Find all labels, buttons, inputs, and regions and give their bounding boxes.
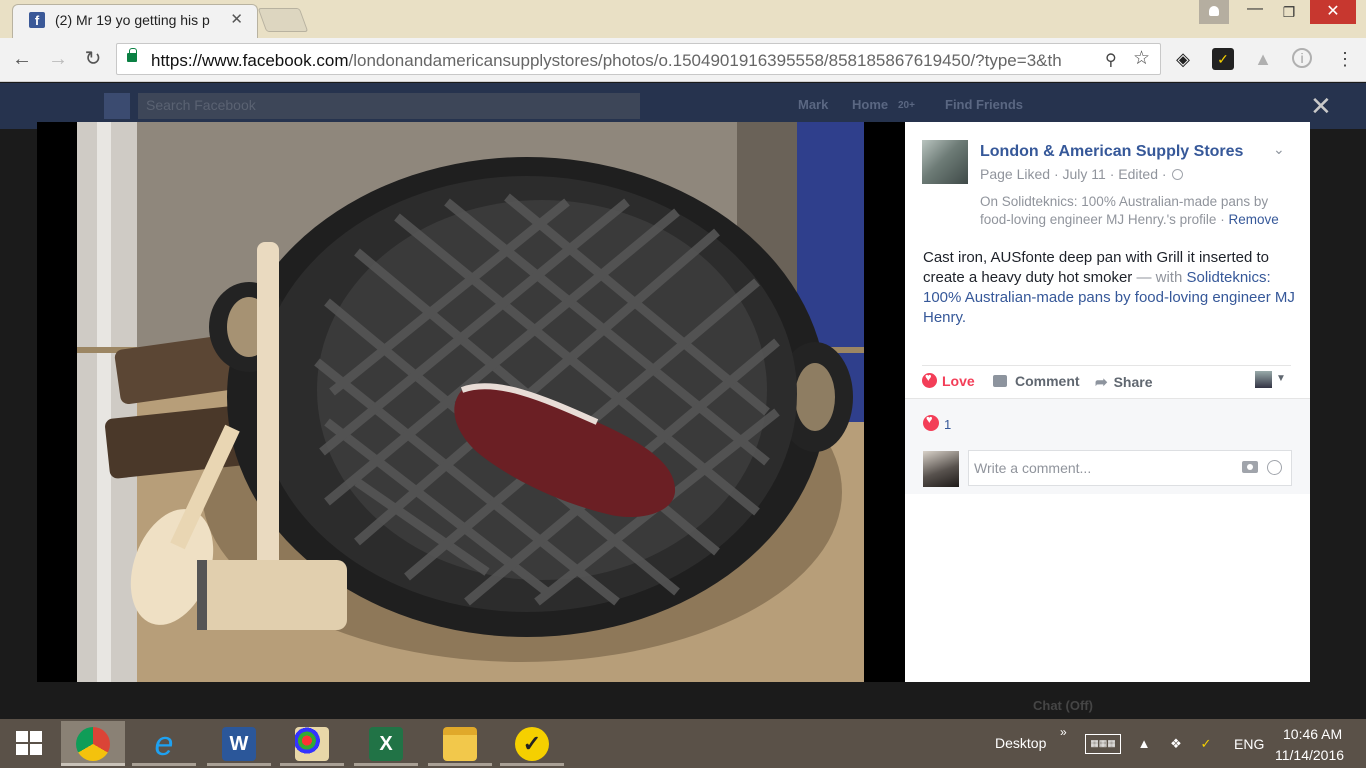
page-name-link[interactable]: London & American Supply Stores (980, 143, 1243, 161)
divider (922, 365, 1291, 366)
comment-button[interactable]: Comment (993, 373, 1080, 389)
reload-icon[interactable]: ↻ (81, 48, 105, 72)
profile-user-icon[interactable] (1199, 0, 1229, 24)
touch-keyboard-icon[interactable]: ▦▦▦ (1085, 734, 1121, 754)
windows-logo-icon (16, 731, 28, 742)
chevron-down-icon[interactable]: ⌄ (1273, 141, 1285, 158)
search-icon[interactable]: ⚲ (1105, 50, 1117, 70)
show-hidden-icons-icon[interactable]: ▲ (1136, 736, 1152, 752)
viewer-close-icon[interactable]: ✕ (1310, 91, 1332, 122)
emoji-icon[interactable] (1267, 460, 1282, 475)
taskbar-chrome[interactable] (61, 721, 125, 766)
post-photo[interactable] (77, 122, 864, 682)
photo-stage (37, 122, 905, 682)
tab-title: (2) Mr 19 yo getting his p (55, 12, 210, 28)
cast-iron-pan-photo (77, 122, 864, 682)
reactions-area: 1 (905, 398, 1310, 682)
extension-icon[interactable]: i (1292, 48, 1312, 68)
heart-icon (923, 414, 939, 431)
browser-titlebar: f (2) Mr 19 yo getting his p ✕ — ❐ ✕ (0, 0, 1366, 38)
taskbar-paint[interactable] (280, 721, 344, 766)
clock-time[interactable]: 10:46 AM (1283, 726, 1342, 742)
window-close-button[interactable]: ✕ (1310, 0, 1356, 24)
browser-tab[interactable]: f (2) Mr 19 yo getting his p ✕ (12, 4, 258, 38)
reaction-summary[interactable]: 1 (923, 414, 952, 432)
dropbox-icon[interactable]: ❖ (1168, 736, 1184, 752)
find-friends-link[interactable]: Find Friends (945, 97, 1023, 112)
remove-link[interactable]: Remove (1228, 212, 1278, 227)
minimize-button[interactable]: — (1240, 0, 1270, 24)
page-avatar[interactable] (922, 140, 968, 184)
layers-extension-icon[interactable]: ◈ (1172, 48, 1194, 70)
profile-link[interactable]: Mark (798, 97, 828, 112)
address-bar[interactable]: https://www.facebook.com/londonandameric… (116, 43, 1161, 75)
folder-icon (443, 727, 477, 761)
input-language[interactable]: ENG (1234, 736, 1264, 752)
comment-strip: 1 (905, 398, 1310, 494)
word-icon: W (222, 727, 256, 761)
caret-down-icon[interactable]: ▼ (1276, 373, 1286, 384)
posted-on-text: On Solidteknics: 100% Australian-made pa… (980, 194, 1269, 227)
drive-extension-icon[interactable]: ▲ (1252, 48, 1274, 70)
page-liked-label[interactable]: Page Liked (980, 166, 1050, 182)
tab-close-icon[interactable]: ✕ (230, 10, 243, 28)
desktop-toolbar-label[interactable]: Desktop (995, 735, 1046, 751)
posted-on-notice: On Solidteknics: 100% Australian-made pa… (980, 194, 1279, 227)
maximize-button[interactable]: ❐ (1274, 0, 1304, 24)
facebook-search-input[interactable]: Search Facebook (138, 93, 640, 119)
windows-taskbar: e W X ✓ Desktop » ▦▦▦ ▲ ❖ ✓ ENG 10:46 AM… (0, 719, 1366, 768)
taskbar-excel[interactable]: X (354, 721, 418, 766)
forward-arrow-icon[interactable]: → (46, 48, 70, 72)
comment-box[interactable] (968, 450, 1292, 486)
taskbar-internet-explorer[interactable]: e (132, 721, 196, 766)
home-count-badge: 20+ (898, 100, 915, 111)
avatar[interactable] (923, 451, 959, 487)
taskbar-file-explorer[interactable] (428, 721, 492, 766)
url-text[interactable]: https://www.facebook.com/londonandameric… (151, 51, 1101, 71)
share-button[interactable]: ➦ Share (1095, 373, 1153, 391)
edited-label[interactable]: Edited (1118, 166, 1158, 182)
home-link[interactable]: Home (852, 97, 888, 112)
facebook-favicon-icon: f (29, 12, 45, 28)
secure-lock-icon (127, 48, 137, 62)
love-label: Love (942, 373, 975, 389)
taskbar-norton[interactable]: ✓ (500, 721, 564, 766)
browser-toolbar: ← → ↻ https://www.facebook.com/londonand… (0, 38, 1366, 82)
norton-tray-icon[interactable]: ✓ (1198, 736, 1214, 752)
back-arrow-icon[interactable]: ← (10, 48, 34, 72)
excel-icon: X (369, 727, 403, 761)
taskbar-word[interactable]: W (207, 721, 271, 766)
norton-icon: ✓ (515, 727, 549, 761)
comment-input[interactable] (969, 451, 1229, 485)
love-button[interactable]: Love (922, 372, 975, 389)
with-label: — with (1136, 269, 1183, 286)
new-tab-button[interactable] (257, 8, 309, 32)
post-side-panel: London & American Supply Stores ⌄ Page L… (905, 122, 1310, 682)
menu-kebab-icon[interactable]: ⋮ (1334, 48, 1356, 70)
share-arrow-icon: ➦ (1095, 374, 1108, 391)
bookmark-star-icon[interactable]: ☆ (1133, 47, 1150, 70)
camera-icon[interactable] (1242, 461, 1258, 473)
globe-icon (1172, 169, 1184, 180)
post-body: Cast iron, AUSfonte deep pan with Grill … (923, 248, 1298, 328)
comment-label: Comment (1015, 373, 1080, 389)
norton-extension-icon[interactable]: ✓ (1212, 48, 1234, 70)
share-label: Share (1113, 374, 1153, 390)
share-as-avatar[interactable] (1255, 371, 1272, 388)
internet-explorer-icon: e (154, 725, 174, 763)
post-meta: Page Liked · July 11 · Edited · (980, 166, 1184, 182)
chat-status[interactable]: Chat (Off) (1033, 698, 1093, 713)
start-button[interactable] (0, 719, 58, 768)
chrome-icon (76, 727, 110, 761)
post-date[interactable]: July 11 (1063, 166, 1106, 182)
toolbar-expand-icon[interactable]: » (1060, 725, 1067, 739)
clock-date[interactable]: 11/14/2016 (1275, 747, 1344, 763)
reaction-count: 1 (944, 417, 952, 432)
facebook-logo-icon (104, 93, 130, 119)
heart-icon (922, 372, 937, 388)
comment-bubble-icon (993, 375, 1007, 387)
paint-palette-icon (295, 727, 329, 761)
